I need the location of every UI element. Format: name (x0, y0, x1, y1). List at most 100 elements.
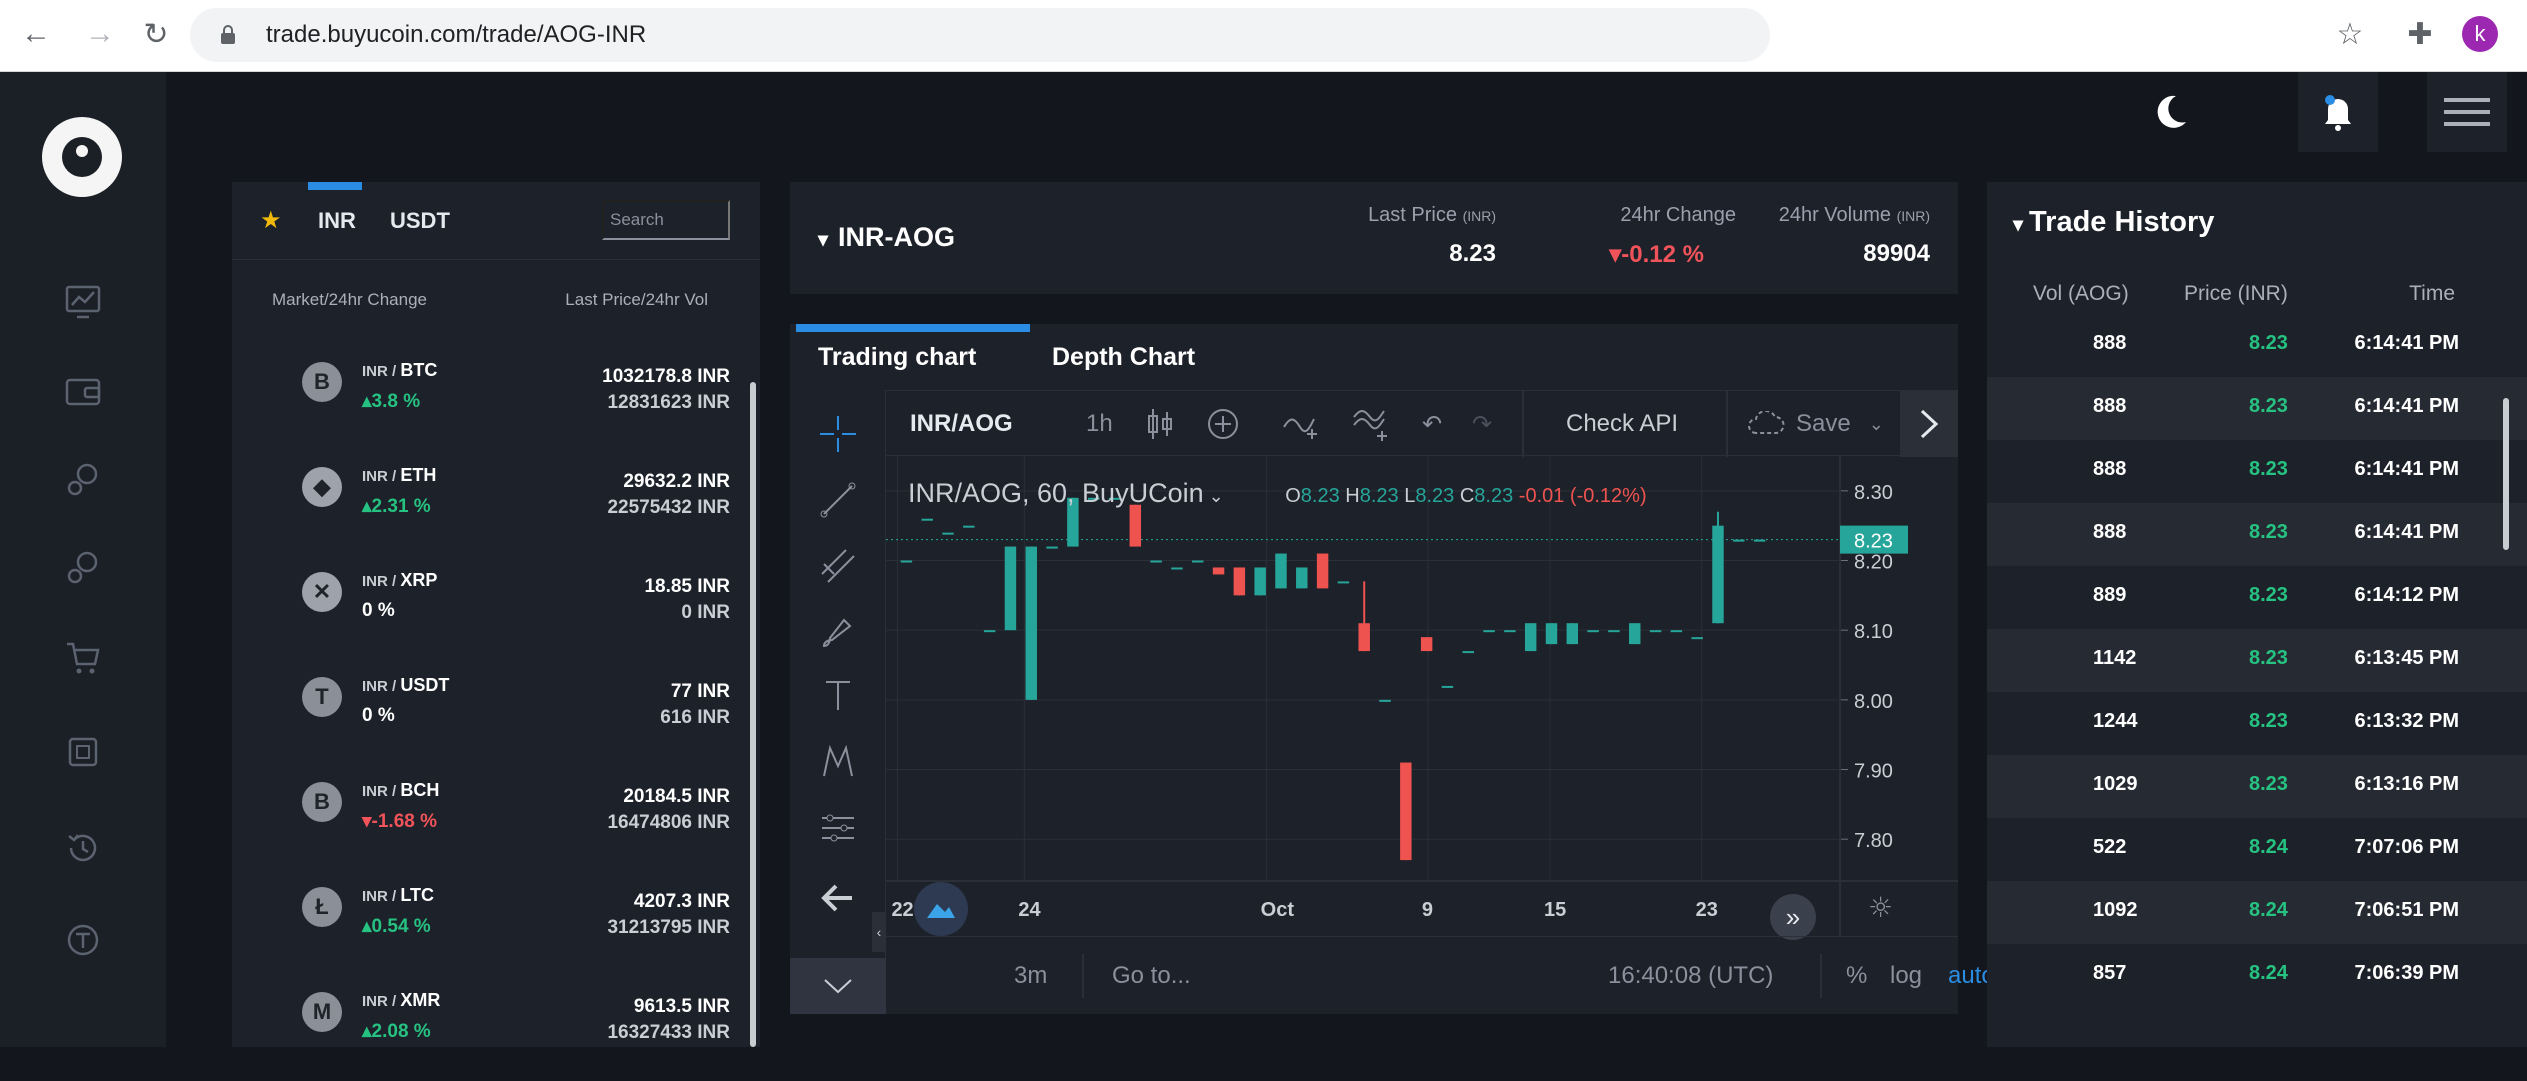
chart-settings-icon: ☼ (1868, 891, 1893, 924)
dark-mode-moon-icon[interactable] (2130, 72, 2210, 152)
candle-body (1545, 623, 1558, 645)
compare-icon[interactable] (1282, 391, 1322, 457)
market-row-bch[interactable]: B INR / BCH ▾-1.68 % 20184.5 INR 16474806 IN… (232, 766, 760, 871)
price-volume-header: Last Price/24hr Vol (565, 290, 708, 309)
scroll-to-realtime-icon[interactable]: » (1770, 894, 1816, 940)
tab-usdt[interactable]: USDT (390, 182, 450, 260)
buyucoin-logo[interactable] (42, 117, 122, 197)
candle-body (1379, 699, 1391, 702)
auto-toggle[interactable]: auto (1948, 937, 1995, 1015)
chart-monitor-icon[interactable] (53, 272, 113, 332)
collapse-toolbar-handle-icon[interactable]: ‹ (872, 912, 886, 952)
exchange-circles-icon[interactable] (53, 450, 113, 510)
forward-arrow-icon[interactable]: → (80, 14, 120, 54)
x-tick-label: Oct (1261, 899, 1295, 921)
trend-line-icon[interactable] (814, 476, 862, 524)
tradingview-logo-icon[interactable] (914, 882, 968, 936)
trade-price: 8.23 (2249, 647, 2288, 669)
redo-icon[interactable]: ↷ (1472, 391, 1492, 457)
candle-style-icon[interactable] (1146, 391, 1174, 457)
collapse-tools-chevron-icon[interactable] (790, 958, 886, 1014)
market-search-input[interactable] (602, 200, 730, 240)
goto-button[interactable]: Go to... (1112, 937, 1191, 1015)
hamburger-menu-icon[interactable] (2427, 72, 2507, 152)
volume-label: 24hr Volume (INR) (1778, 204, 1930, 226)
range-button[interactable]: 3m (1014, 937, 1047, 1015)
extensions-puzzle-icon[interactable]: ✚ (2400, 14, 2440, 54)
market-row-xmr[interactable]: M INR / XMR ▴2.08 % 9613.5 INR 16327433 INR (232, 976, 760, 1081)
volume: 0 INR (681, 602, 730, 623)
trade-vol: 1244 (2093, 710, 2138, 732)
trade-row: 1029 8.23 6:13:16 PM (1987, 755, 2527, 818)
chart-tabs: Trading chart Depth Chart (790, 324, 1958, 390)
x-tick-label: 23 (1696, 899, 1718, 921)
percent-toggle[interactable]: % (1846, 937, 1867, 1015)
trade-history-scrollbar[interactable] (2503, 398, 2509, 550)
market-row-xrp[interactable]: ✕ INR / XRP 0 % 18.85 INR 0 INR (232, 556, 760, 661)
trade-vol: 889 (2093, 584, 2127, 606)
x-tick-label: 15 (1544, 899, 1566, 921)
log-toggle[interactable]: log (1890, 937, 1922, 1015)
tab-depth-chart[interactable]: Depth Chart (1052, 324, 1195, 390)
reload-icon[interactable]: ↻ (136, 14, 176, 54)
trade-vol: 1092 (2093, 899, 2138, 921)
brush-icon[interactable] (814, 608, 862, 656)
volume: 31213795 INR (607, 917, 730, 938)
history-clock-icon[interactable] (53, 818, 113, 878)
trade-price: 8.24 (2249, 899, 2288, 921)
chart-toolbar: INR/AOG 1h ↶ ↷ Check API Save ⌄ (886, 390, 1958, 457)
candlestick-chart[interactable]: 8.30 8.20 8.10 8.00 7.90 7.80 22 24 Oct 9 15 23 8.23… (886, 456, 1958, 936)
add-indicator-icon[interactable] (1206, 391, 1240, 457)
bookmark-star-icon[interactable]: ☆ (2330, 14, 2370, 54)
gift-card-icon[interactable] (53, 722, 113, 782)
favorites-star-icon[interactable]: ★ (260, 206, 282, 235)
market-row-eth[interactable]: ◆ INR / ETH ▴2.31 % 29632.2 INR 22575432 INR (232, 451, 760, 556)
market-list-scrollbar[interactable] (750, 382, 756, 1047)
back-arrow-icon[interactable]: ← (16, 14, 56, 54)
pair-selector[interactable]: ▾ INR-AOG (818, 222, 955, 253)
notification-bell-icon[interactable] (2298, 72, 2378, 152)
trade-price: 8.23 (2249, 710, 2288, 732)
price-chart[interactable]: 8.30 8.20 8.10 8.00 7.90 7.80 22 24 Oct 9 15 23 8.23… (872, 456, 1958, 952)
pattern-tool-icon[interactable] (814, 738, 862, 786)
cart-icon[interactable] (53, 628, 113, 688)
y-tick-label: 8.00 (1854, 691, 1893, 713)
market-row-btc[interactable]: B INR / BTC ▴3.8 % 1032178.8 INR 12831623 IN… (232, 346, 760, 451)
interval-button[interactable]: 1h (1086, 391, 1113, 457)
x-tick-label: 22 (891, 899, 913, 921)
change-value: ▴2.08 % (362, 1021, 431, 1042)
candle-body (1462, 651, 1474, 654)
pair-label: INR / XMR (362, 990, 441, 1010)
check-api-button[interactable]: Check API (1566, 391, 1678, 457)
candle-body (1587, 630, 1599, 633)
change-value: 0 % (362, 705, 395, 726)
scroll-right-chevron-icon[interactable] (1900, 391, 1958, 457)
wallet-icon[interactable] (53, 362, 113, 422)
save-button[interactable]: Save ⌄ (1746, 391, 1884, 457)
bottom-divider (1820, 954, 1822, 998)
profile-avatar[interactable]: k (2462, 16, 2498, 52)
token-coin-icon[interactable] (53, 910, 113, 970)
fib-tool-icon[interactable] (814, 542, 862, 590)
p2p-circles-icon[interactable] (53, 538, 113, 598)
trade-row: 857 8.24 7:06:39 PM (1987, 944, 2527, 1007)
candle-body (1316, 553, 1329, 589)
trade-time: 7:06:51 PM (2354, 899, 2460, 921)
candle-body (1733, 539, 1745, 542)
time-header: Time (2409, 282, 2455, 305)
market-row-ltc[interactable]: Ł INR / LTC ▴0.54 % 4207.3 INR 31213795 INR (232, 871, 760, 976)
prediction-tool-icon[interactable] (814, 804, 862, 852)
address-bar[interactable]: trade.buyucoin.com/trade/AOG-INR (190, 8, 1770, 62)
back-arrow-tool-icon[interactable] (814, 874, 862, 922)
symbol-button[interactable]: INR/AOG (910, 391, 1013, 457)
candle-body (1233, 567, 1246, 596)
undo-icon[interactable]: ↶ (1422, 391, 1442, 457)
tab-inr[interactable]: INR (308, 182, 362, 260)
text-tool-icon[interactable] (814, 672, 862, 720)
market-row-usdt[interactable]: T INR / USDT 0 % 77 INR 616 INR (232, 661, 760, 766)
utc-clock[interactable]: 16:40:08 (UTC) (1608, 937, 1773, 1015)
indicators-icon[interactable] (1352, 391, 1392, 457)
candle-body (1691, 637, 1703, 640)
tab-trading-chart[interactable]: Trading chart (795, 324, 1031, 390)
crosshair-icon[interactable] (814, 410, 862, 458)
